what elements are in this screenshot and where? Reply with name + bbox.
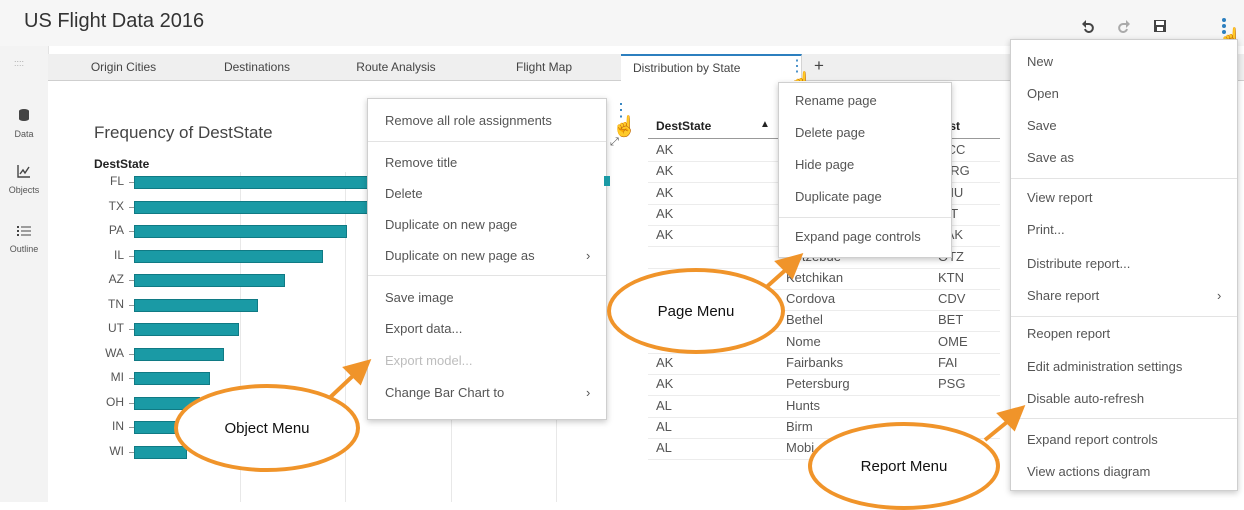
callout-report-menu: Report Menu bbox=[808, 422, 1000, 510]
callout-object-menu: Object Menu bbox=[174, 384, 360, 472]
callout-page-menu: Page Menu bbox=[607, 268, 785, 354]
